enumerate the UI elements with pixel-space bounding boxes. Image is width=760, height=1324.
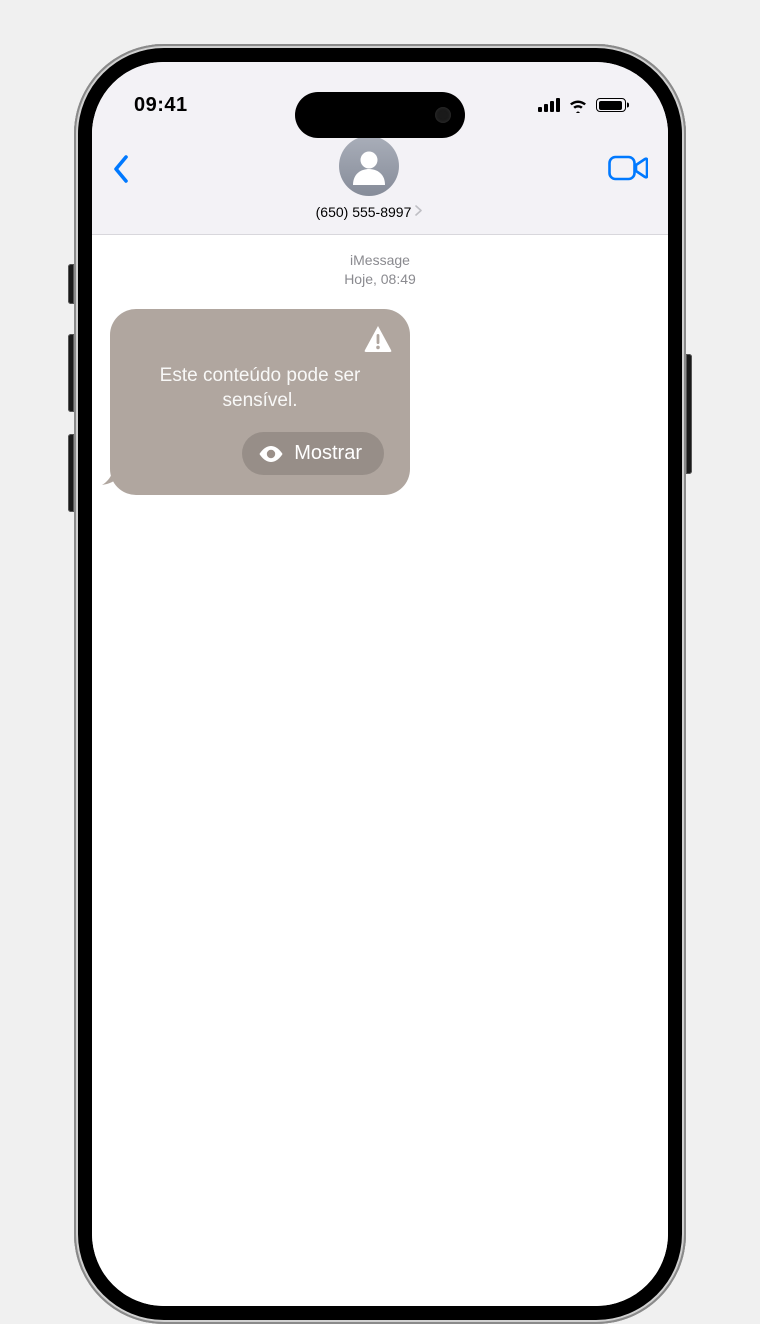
mute-switch[interactable] bbox=[68, 264, 74, 304]
power-button[interactable] bbox=[686, 354, 692, 474]
incoming-message-row: Este conteúdo pode ser sensível. Mostrar bbox=[110, 309, 650, 495]
chevron-left-icon bbox=[112, 154, 130, 184]
status-icons bbox=[538, 98, 626, 113]
front-camera bbox=[435, 107, 451, 123]
conversation-header: (650) 555-8997 bbox=[92, 126, 668, 235]
dynamic-island bbox=[295, 92, 465, 138]
cellular-signal-icon bbox=[538, 98, 560, 112]
message-thread[interactable]: iMessage Hoje, 08:49 Este c bbox=[92, 235, 668, 1306]
facetime-button[interactable] bbox=[608, 136, 648, 187]
timestamp-label: Hoje, 08:49 bbox=[110, 270, 650, 289]
service-label: iMessage bbox=[110, 251, 650, 270]
person-silhouette-icon bbox=[348, 145, 390, 187]
wifi-icon bbox=[568, 98, 588, 113]
contact-name: (650) 555-8997 bbox=[316, 204, 423, 220]
screen: 09:41 bbox=[92, 62, 668, 1306]
avatar bbox=[339, 136, 399, 196]
show-button-label: Mostrar bbox=[294, 442, 362, 465]
phone-frame: 09:41 bbox=[74, 44, 686, 1324]
volume-up-button[interactable] bbox=[68, 334, 74, 412]
contact-phone-label: (650) 555-8997 bbox=[316, 204, 412, 220]
sensitive-warning-text: Este conteúdo pode ser sensível. bbox=[136, 363, 384, 414]
battery-icon bbox=[596, 98, 626, 112]
back-button[interactable] bbox=[112, 136, 130, 189]
contact-info[interactable]: (650) 555-8997 bbox=[316, 136, 423, 220]
eye-icon bbox=[258, 445, 284, 463]
chevron-right-icon bbox=[415, 205, 422, 219]
warning-triangle-icon bbox=[362, 323, 394, 355]
volume-down-button[interactable] bbox=[68, 434, 74, 512]
thread-timestamp: iMessage Hoje, 08:49 bbox=[110, 251, 650, 289]
bubble-tail bbox=[102, 463, 124, 485]
status-time: 09:41 bbox=[134, 94, 188, 117]
show-content-button[interactable]: Mostrar bbox=[242, 432, 384, 475]
video-camera-icon bbox=[608, 154, 648, 182]
sensitive-content-bubble[interactable]: Este conteúdo pode ser sensível. Mostrar bbox=[110, 309, 410, 495]
